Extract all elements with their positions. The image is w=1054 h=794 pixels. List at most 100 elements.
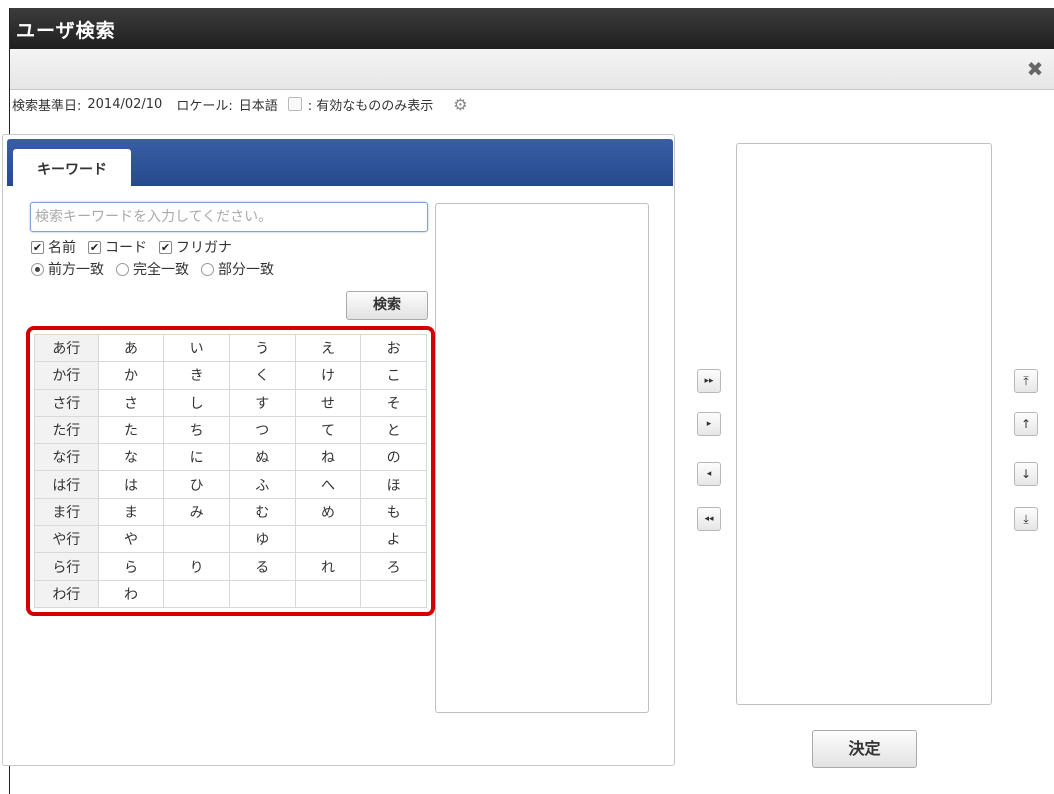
kana-cell[interactable]: こ xyxy=(360,361,427,390)
kana-row-head[interactable]: ま行 xyxy=(34,497,99,527)
search-tab-bar: キーワード xyxy=(7,139,673,187)
code-checkbox-label: コード xyxy=(105,240,147,256)
search-field-options: ✔ 名前 ✔ コード ✔ フリガナ xyxy=(31,237,232,257)
base-date-label: 検索基準日: xyxy=(12,98,82,114)
kana-cell[interactable]: ひ xyxy=(163,470,230,499)
kana-cell[interactable]: れ xyxy=(294,552,362,581)
kana-row: ま行まみむめも xyxy=(34,497,427,527)
kana-row-head[interactable]: は行 xyxy=(34,470,99,499)
kana-row-head[interactable]: た行 xyxy=(34,415,99,445)
locale-value: 日本語 xyxy=(238,98,278,114)
kana-cell[interactable]: ぬ xyxy=(228,443,296,472)
kana-row: さ行さしすせそ xyxy=(34,388,427,417)
kana-row-head[interactable]: な行 xyxy=(34,443,99,472)
kana-cell[interactable]: い xyxy=(163,333,230,363)
prefix-match-radio[interactable] xyxy=(31,262,44,276)
kana-cell[interactable]: ね xyxy=(294,443,362,472)
add-all-button[interactable]: ▸▸ xyxy=(697,369,721,393)
selected-user-list[interactable] xyxy=(736,143,992,705)
kana-cell[interactable]: て xyxy=(294,415,362,445)
kana-cell[interactable]: る xyxy=(228,552,296,581)
kana-cell[interactable]: む xyxy=(228,497,296,527)
kana-cell[interactable]: ら xyxy=(97,552,165,581)
kana-cell[interactable]: も xyxy=(360,497,427,527)
kana-cell[interactable]: た xyxy=(97,415,165,445)
prefix-match-label: 前方一致 xyxy=(48,262,104,278)
move-down-button[interactable]: ↓ xyxy=(1014,462,1038,486)
furigana-checkbox-label: フリガナ xyxy=(176,240,232,256)
kana-cell[interactable]: そ xyxy=(360,388,427,417)
kana-cell[interactable]: り xyxy=(163,552,230,581)
kana-index-highlight: あ行あいうえおか行かきくけこさ行さしすせそた行たちつてとな行なにぬねのは行はひふ… xyxy=(26,326,435,616)
exact-match-label: 完全一致 xyxy=(133,262,189,278)
kana-cell[interactable]: ろ xyxy=(360,552,427,581)
kana-cell[interactable]: け xyxy=(294,361,362,390)
kana-cell[interactable]: つ xyxy=(228,415,296,445)
kana-cell[interactable]: ち xyxy=(163,415,230,445)
partial-match-label: 部分一致 xyxy=(218,262,274,278)
kana-row: か行かきくけこ xyxy=(34,361,427,390)
kana-cell[interactable]: め xyxy=(294,497,362,527)
kana-cell[interactable]: み xyxy=(163,497,230,527)
tab-keyword[interactable]: キーワード xyxy=(13,149,131,187)
search-result-list[interactable] xyxy=(435,203,649,713)
code-checkbox[interactable]: ✔ xyxy=(88,240,101,254)
kana-cell[interactable]: さ xyxy=(97,388,165,417)
kana-cell[interactable]: ま xyxy=(97,497,165,527)
kana-cell[interactable]: や xyxy=(97,525,165,554)
move-up-button[interactable]: ↑ xyxy=(1014,412,1038,436)
kana-cell[interactable]: か xyxy=(97,361,165,390)
kana-cell[interactable]: く xyxy=(228,361,296,390)
kana-cell[interactable]: の xyxy=(360,443,427,472)
furigana-checkbox[interactable]: ✔ xyxy=(159,240,172,254)
kana-cell[interactable]: ゆ xyxy=(228,525,296,554)
kana-cell[interactable]: し xyxy=(163,388,230,417)
kana-cell[interactable]: な xyxy=(97,443,165,472)
name-checkbox[interactable]: ✔ xyxy=(31,240,44,254)
search-button[interactable]: 検索 xyxy=(346,291,428,320)
kana-row: わ行わ xyxy=(34,579,427,609)
kana-row: た行たちつてと xyxy=(34,415,427,445)
exact-match-radio[interactable] xyxy=(116,262,129,276)
kana-row-head[interactable]: さ行 xyxy=(34,388,99,417)
valid-only-checkbox[interactable] xyxy=(287,97,302,111)
kana-row-head[interactable]: あ行 xyxy=(34,333,99,363)
close-icon[interactable]: ✖ xyxy=(1023,57,1047,81)
kana-cell xyxy=(163,579,230,609)
add-button[interactable]: ▸ xyxy=(697,412,721,436)
kana-cell[interactable]: あ xyxy=(97,333,165,363)
kana-cell[interactable]: よ xyxy=(360,525,427,554)
kana-cell[interactable]: せ xyxy=(294,388,362,417)
kana-row-head[interactable]: ら行 xyxy=(34,552,99,581)
kana-cell[interactable]: え xyxy=(294,333,362,363)
kana-cell[interactable]: へ xyxy=(294,470,362,499)
move-top-button[interactable]: ⤒ xyxy=(1014,369,1038,393)
valid-only-label: : 有効なもののみ表示 xyxy=(307,98,434,114)
kana-row-head[interactable]: わ行 xyxy=(34,579,99,609)
kana-cell xyxy=(163,525,230,554)
locale-label: ロケール: xyxy=(176,98,233,114)
keyword-input[interactable] xyxy=(30,202,428,232)
kana-cell[interactable]: う xyxy=(228,333,296,363)
kana-row-head[interactable]: や行 xyxy=(34,525,99,554)
move-bottom-button[interactable]: ⤓ xyxy=(1014,507,1038,531)
partial-match-radio[interactable] xyxy=(201,262,214,276)
kana-cell[interactable]: お xyxy=(360,333,427,363)
kana-cell[interactable]: き xyxy=(163,361,230,390)
kana-cell[interactable]: ふ xyxy=(228,470,296,499)
search-panel: キーワード ✔ 名前 ✔ コード ✔ フリガナ 前方一致 完全一致 部分一致 検… xyxy=(2,134,675,766)
kana-cell[interactable]: と xyxy=(360,415,427,445)
kana-row-head[interactable]: か行 xyxy=(34,361,99,390)
decide-button[interactable]: 決定 xyxy=(812,730,917,768)
kana-cell xyxy=(360,579,427,609)
kana-cell[interactable]: に xyxy=(163,443,230,472)
kana-cell[interactable]: わ xyxy=(97,579,165,609)
kana-cell[interactable]: は xyxy=(97,470,165,499)
remove-all-button[interactable]: ◂◂ xyxy=(697,507,721,531)
remove-button[interactable]: ◂ xyxy=(697,462,721,486)
kana-cell[interactable]: す xyxy=(228,388,296,417)
kana-cell xyxy=(294,579,362,609)
gear-icon[interactable]: ⚙ xyxy=(453,95,467,114)
kana-cell[interactable]: ほ xyxy=(360,470,427,499)
dialog-title: ユーザ検索 xyxy=(10,8,1054,49)
